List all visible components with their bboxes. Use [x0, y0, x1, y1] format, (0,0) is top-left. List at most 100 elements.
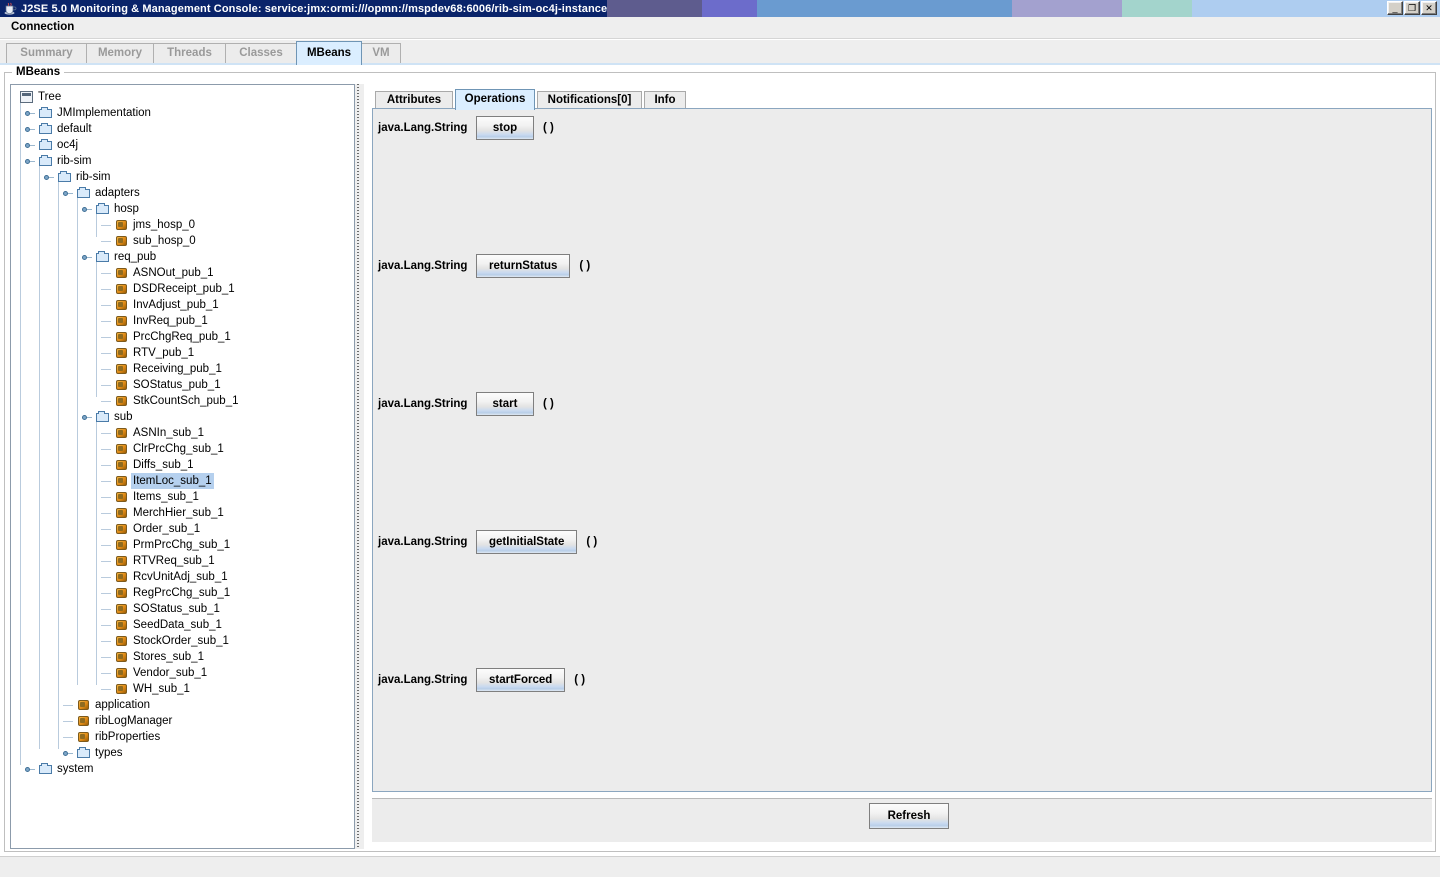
minimize-button[interactable]: _ — [1387, 1, 1403, 15]
refresh-button[interactable]: Refresh — [869, 803, 949, 829]
tree-node-label: Tree — [38, 91, 62, 103]
operation-invoke-button-returnStatus[interactable]: returnStatus — [476, 254, 571, 278]
tree-node-label: rib-sim — [76, 171, 111, 183]
mbean-icon — [114, 537, 130, 553]
tree-expand-handle-icon[interactable] — [62, 748, 73, 759]
tree-node-jms-hosp-0[interactable]: jms_hosp_0 — [15, 217, 354, 233]
tab-memory[interactable]: Memory — [86, 43, 154, 64]
tree-node-clrprcchg-sub-1[interactable]: ClrPrcChg_sub_1 — [15, 441, 354, 457]
operation-invoke-button-getInitialState[interactable]: getInitialState — [476, 530, 578, 554]
tree-node-rcvunitadj-sub-1[interactable]: RcvUnitAdj_sub_1 — [15, 569, 354, 585]
tree-node-rtvreq-sub-1[interactable]: RTVReq_sub_1 — [15, 553, 354, 569]
tree-connector-line — [101, 401, 111, 402]
tree-node-asnout-pub-1[interactable]: ASNOut_pub_1 — [15, 265, 354, 281]
tab-mbeans[interactable]: MBeans — [296, 41, 362, 65]
tree-connector-line — [101, 465, 111, 466]
tree-node-receiving-pub-1[interactable]: Receiving_pub_1 — [15, 361, 354, 377]
tree-node-rtv-pub-1[interactable]: RTV_pub_1 — [15, 345, 354, 361]
mbean-icon — [114, 585, 130, 601]
tree-connector-line — [101, 545, 111, 546]
close-button[interactable]: ✕ — [1421, 1, 1437, 15]
tree-node-jmimplementation[interactable]: JMImplementation — [15, 105, 354, 121]
tree-collapse-handle-icon[interactable] — [81, 204, 92, 215]
tree-node-label: application — [95, 699, 150, 711]
tree-node-req-pub[interactable]: req_pub — [15, 249, 354, 265]
mbean-icon — [114, 681, 130, 697]
tree-collapse-handle-icon[interactable] — [24, 156, 35, 167]
tab-threads[interactable]: Threads — [153, 43, 226, 64]
tab-classes[interactable]: Classes — [225, 43, 297, 64]
splitpane-divider[interactable] — [355, 84, 364, 849]
tree-node-prmprcchg-sub-1[interactable]: PrmPrcChg_sub_1 — [15, 537, 354, 553]
tree-node-asnin-sub-1[interactable]: ASNIn_sub_1 — [15, 425, 354, 441]
tree-expand-handle-icon[interactable] — [24, 108, 35, 119]
tree-connector-line — [101, 497, 111, 498]
tree-node-invadjust-pub-1[interactable]: InvAdjust_pub_1 — [15, 297, 354, 313]
tree-node-rib-sim[interactable]: rib-sim — [15, 169, 354, 185]
menu-item-connection[interactable]: Connection — [7, 20, 78, 34]
detail-tab-operations[interactable]: Operations — [455, 89, 535, 110]
mbean-icon — [114, 233, 130, 249]
mbean-icon — [114, 345, 130, 361]
tree-node-rib-sim[interactable]: rib-sim — [15, 153, 354, 169]
tree-node-ribproperties[interactable]: ribProperties — [15, 729, 354, 745]
tree-node-seeddata-sub-1[interactable]: SeedData_sub_1 — [15, 617, 354, 633]
mbean-tree-pane[interactable]: Tree JMImplementation default oc4j rib-sim ri… — [10, 84, 355, 849]
tree-collapse-handle-icon[interactable] — [43, 172, 54, 183]
tree-node-label: ribProperties — [95, 731, 161, 743]
tree-expand-handle-icon[interactable] — [24, 124, 35, 135]
tree-node-sub-hosp-0[interactable]: sub_hosp_0 — [15, 233, 354, 249]
operation-invoke-button-startForced[interactable]: startForced — [476, 668, 566, 692]
tree-node-oc4j[interactable]: oc4j — [15, 137, 354, 153]
tab-summary[interactable]: Summary — [6, 43, 87, 64]
tree-collapse-handle-icon[interactable] — [81, 252, 92, 263]
tree-node-label: WH_sub_1 — [133, 683, 190, 695]
window-title: J2SE 5.0 Monitoring & Management Console… — [21, 2, 608, 15]
tree-node-order-sub-1[interactable]: Order_sub_1 — [15, 521, 354, 537]
folder-icon — [95, 409, 111, 425]
operation-row: java.Lang.String returnStatus ( ) — [378, 251, 590, 281]
tree-node-label: PrmPrcChg_sub_1 — [133, 539, 231, 551]
tree-node-tree[interactable]: Tree — [15, 89, 354, 105]
tree-node-sub[interactable]: sub — [15, 409, 354, 425]
tree-node-wh-sub-1[interactable]: WH_sub_1 — [15, 681, 354, 697]
tree-node-stockorder-sub-1[interactable]: StockOrder_sub_1 — [15, 633, 354, 649]
mbean-icon — [114, 457, 130, 473]
tree-node-adapters[interactable]: adapters — [15, 185, 354, 201]
tree-node-system[interactable]: system — [15, 761, 354, 777]
tree-expand-handle-icon[interactable] — [24, 764, 35, 775]
operation-invoke-button-stop[interactable]: stop — [476, 116, 534, 140]
tree-node-label: Stores_sub_1 — [133, 651, 204, 663]
tree-node-sostatus-pub-1[interactable]: SOStatus_pub_1 — [15, 377, 354, 393]
tree-node-itemloc-sub-1[interactable]: ItemLoc_sub_1 — [15, 473, 354, 489]
tree-expand-handle-icon[interactable] — [24, 140, 35, 151]
tree-node-stkcountsch-pub-1[interactable]: StkCountSch_pub_1 — [15, 393, 354, 409]
tree-node-stores-sub-1[interactable]: Stores_sub_1 — [15, 649, 354, 665]
tree-node-prcchgreq-pub-1[interactable]: PrcChgReq_pub_1 — [15, 329, 354, 345]
tree-node-sostatus-sub-1[interactable]: SOStatus_sub_1 — [15, 601, 354, 617]
mbean-icon — [114, 617, 130, 633]
maximize-button[interactable]: ❐ — [1404, 1, 1420, 15]
tree-node-hosp[interactable]: hosp — [15, 201, 354, 217]
operation-invoke-button-start[interactable]: start — [476, 392, 534, 416]
tab-vm[interactable]: VM — [361, 43, 401, 64]
tree-node-vendor-sub-1[interactable]: Vendor_sub_1 — [15, 665, 354, 681]
tree-node-types[interactable]: types — [15, 745, 354, 761]
tree-node-invreq-pub-1[interactable]: InvReq_pub_1 — [15, 313, 354, 329]
tree-collapse-handle-icon[interactable] — [62, 188, 73, 199]
titlebar-segment-1 — [702, 0, 758, 17]
tree-node-merchhier-sub-1[interactable]: MerchHier_sub_1 — [15, 505, 354, 521]
java-cup-icon — [3, 2, 17, 16]
tree-collapse-handle-icon[interactable] — [81, 412, 92, 423]
tree-node-riblogmanager[interactable]: ribLogManager — [15, 713, 354, 729]
mbean-icon — [114, 521, 130, 537]
tree-node-label: RTVReq_sub_1 — [133, 555, 215, 567]
tree-node-regprcchg-sub-1[interactable]: RegPrcChg_sub_1 — [15, 585, 354, 601]
tree-node-label: Diffs_sub_1 — [133, 459, 194, 471]
tree-node-items-sub-1[interactable]: Items_sub_1 — [15, 489, 354, 505]
tree-node-application[interactable]: application — [15, 697, 354, 713]
mbean-icon — [114, 313, 130, 329]
tree-node-default[interactable]: default — [15, 121, 354, 137]
tree-node-dsdreceipt-pub-1[interactable]: DSDReceipt_pub_1 — [15, 281, 354, 297]
tree-node-diffs-sub-1[interactable]: Diffs_sub_1 — [15, 457, 354, 473]
